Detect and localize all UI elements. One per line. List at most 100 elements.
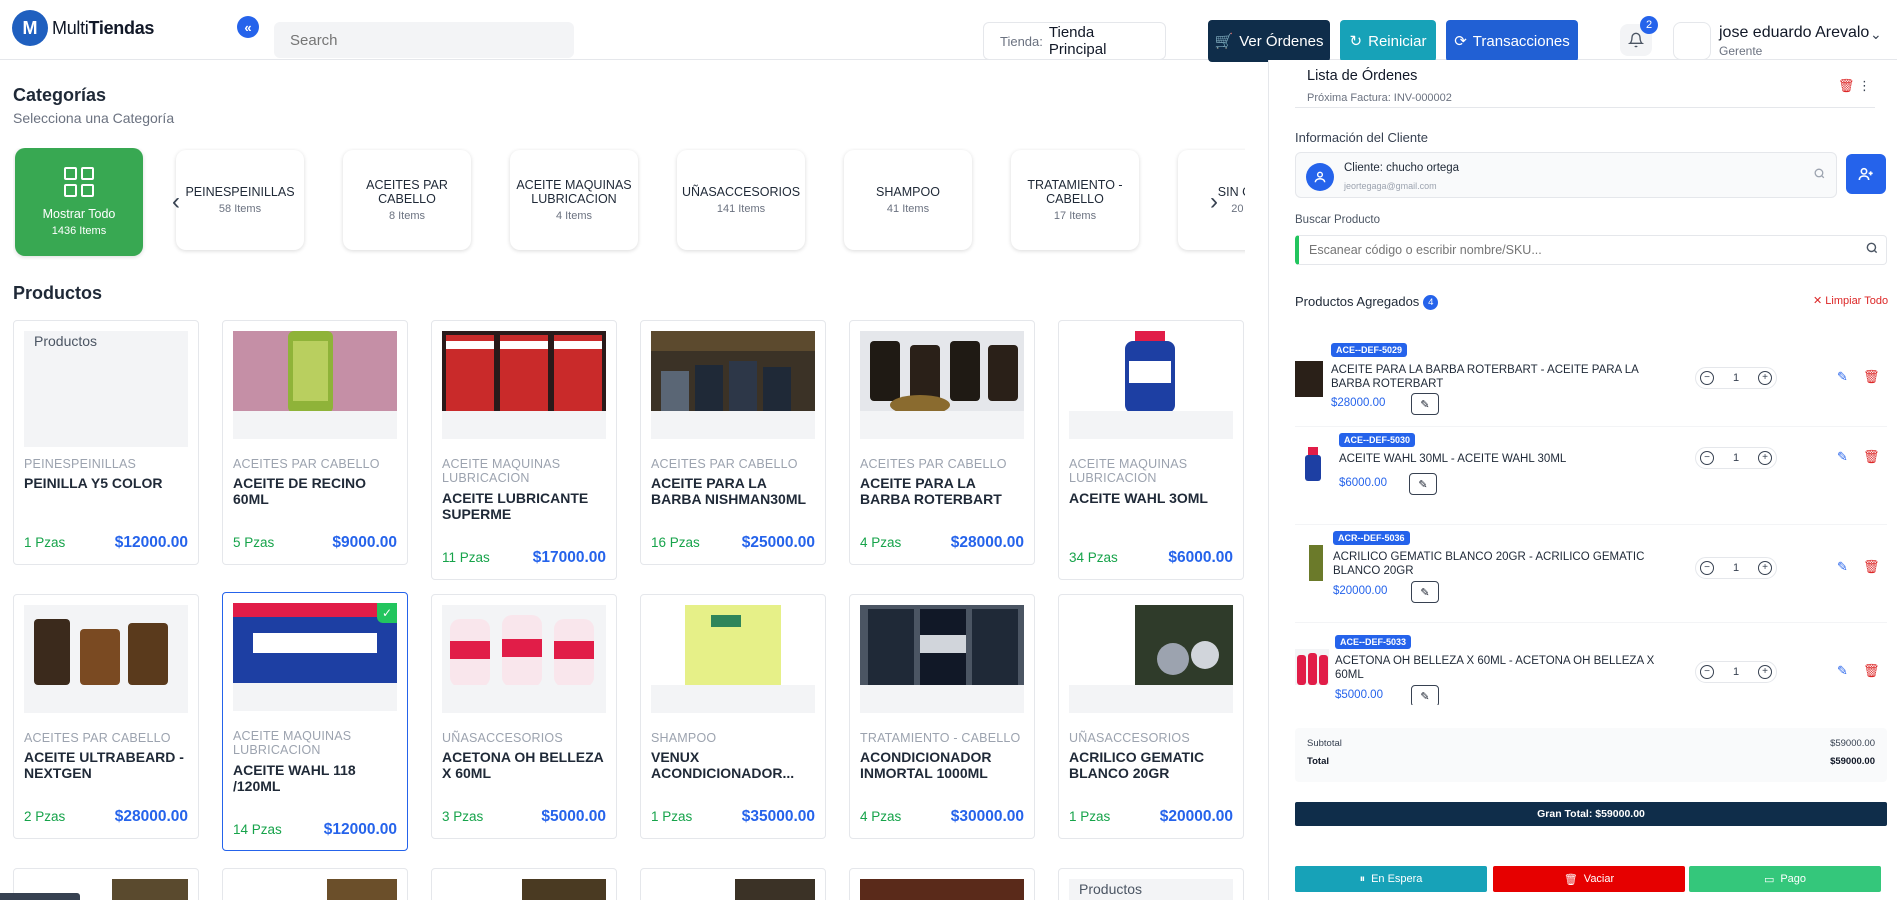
quantity-stepper[interactable]: − 1 +	[1695, 447, 1777, 469]
category-card[interactable]: ACEITES PAR CABELLO 8 Items	[343, 150, 471, 250]
quantity-stepper[interactable]: − 1 +	[1695, 367, 1777, 389]
product-stock: 5 Pzas	[233, 535, 275, 550]
category-card[interactable]: TRATAMIENTO - CABELLO 17 Items	[1011, 150, 1139, 250]
item-price: $6000.00	[1339, 477, 1387, 489]
edit-price-icon[interactable]: ✎	[1411, 685, 1439, 705]
plus-icon[interactable]: +	[1758, 451, 1772, 465]
clear-all-button[interactable]: ✕ Limpiar Todo	[1813, 294, 1888, 307]
edit-icon[interactable]: ✎	[1837, 559, 1848, 575]
product-image	[1069, 605, 1233, 687]
product-card[interactable]: ACEITES PAR CABELLO ACEITE DE RECINO 60M…	[222, 320, 408, 565]
product-card[interactable]: UÑASACCESORIOS ACETONA OH BELLEZA X 60ML…	[431, 594, 617, 839]
store-selector[interactable]: Tienda: Tienda Principal	[983, 22, 1166, 60]
minus-icon[interactable]: −	[1700, 451, 1714, 465]
edit-icon[interactable]: ✎	[1837, 663, 1848, 679]
horizontal-scrollbar[interactable]	[0, 893, 80, 900]
avatar[interactable]	[1673, 22, 1711, 60]
minus-icon[interactable]: −	[1700, 371, 1714, 385]
edit-price-icon[interactable]: ✎	[1411, 393, 1439, 415]
client-selector[interactable]: Cliente: chucho ortega jeortegaga@gmail.…	[1295, 152, 1837, 198]
collapse-sidebar-icon[interactable]: «	[237, 16, 259, 38]
search-icon[interactable]	[1865, 241, 1879, 258]
subtotal-value: $59000.00	[1830, 738, 1875, 749]
quantity-stepper[interactable]: − 1 +	[1695, 557, 1777, 579]
app-logo[interactable]: M MultiTiendas	[12, 10, 154, 46]
plus-icon[interactable]: +	[1758, 371, 1772, 385]
product-category: ACEITES PAR CABELLO	[233, 457, 380, 471]
plus-icon[interactable]: +	[1758, 665, 1772, 679]
user-name[interactable]: jose eduardo Arevalo	[1719, 24, 1869, 42]
chevron-left-icon[interactable]: ‹	[172, 188, 180, 216]
quantity-value: 1	[1732, 666, 1740, 678]
product-card[interactable]	[640, 868, 826, 900]
product-card-selected[interactable]: ✓ ACEITE MAQUINAS LUBRICACION ACEITE WAH…	[222, 592, 408, 851]
product-stock: 11 Pzas	[442, 550, 490, 565]
reset-label: Reiniciar	[1368, 32, 1427, 50]
item-sku: ACE--DEF-5033	[1335, 635, 1412, 649]
product-image	[24, 605, 188, 687]
trash-icon[interactable]: 🗑	[1863, 663, 1880, 679]
empty-cart-button[interactable]: 🗑 Vaciar	[1493, 866, 1685, 892]
minus-icon[interactable]: −	[1700, 561, 1714, 575]
edit-price-icon[interactable]: ✎	[1411, 581, 1439, 603]
trash-icon[interactable]: 🗑	[1863, 449, 1880, 465]
pay-label: Pago	[1780, 873, 1807, 885]
product-image-placeholder	[860, 411, 1024, 439]
item-name: ACEITE WAHL 30ML - ACEITE WAHL 30ML	[1339, 453, 1567, 465]
add-client-button[interactable]	[1846, 154, 1886, 194]
category-card[interactable]: SHAMPOO 41 Items	[844, 150, 972, 250]
product-card[interactable]: ACEITE MAQUINAS LUBRICACION ACEITE LUBRI…	[431, 320, 617, 580]
product-card[interactable]: ACEITE MAQUINAS LUBRICACION ACEITE WAHL …	[1058, 320, 1244, 580]
product-card[interactable]: ACEITES PAR CABELLO ACEITE PARA LA BARBA…	[849, 320, 1035, 565]
reset-button[interactable]: ↻ Reiniciar	[1340, 20, 1436, 62]
category-show-all[interactable]: Mostrar Todo 1436 Items	[15, 148, 143, 256]
pay-button[interactable]: ▭ Pago	[1689, 866, 1881, 892]
product-card[interactable]: Productos PEINESPEINILLAS PEINILLA Y5 CO…	[13, 320, 199, 565]
order-actions-icon[interactable]: 🗑 ⋮	[1838, 78, 1871, 94]
item-sku: ACE--DEF-5030	[1339, 433, 1416, 447]
edit-icon[interactable]: ✎	[1837, 369, 1848, 385]
product-card[interactable]: Productos	[1058, 868, 1244, 900]
category-count: 17 Items	[1053, 210, 1097, 223]
product-card[interactable]: SHAMPOO VENUX ACONDICIONADOR... 1 Pzas $…	[640, 594, 826, 839]
notifications-bell-icon[interactable]: 2	[1620, 16, 1658, 56]
search-input[interactable]	[274, 22, 574, 58]
chevron-down-icon[interactable]: ⌄	[1870, 26, 1882, 43]
search-icon[interactable]	[1813, 167, 1826, 183]
chevron-right-icon[interactable]: ›	[1210, 188, 1218, 216]
category-name: TRATAMIENTO - CABELLO	[1027, 177, 1123, 206]
transactions-button[interactable]: ⟳ Transacciones	[1446, 20, 1578, 62]
product-card[interactable]	[222, 868, 408, 900]
edit-icon[interactable]: ✎	[1837, 449, 1848, 465]
product-card[interactable]	[431, 868, 617, 900]
on-hold-button[interactable]: ⏸ En Espera	[1295, 866, 1487, 892]
view-orders-button[interactable]: 🛒 Ver Órdenes	[1208, 20, 1330, 62]
product-card[interactable]: TRATAMIENTO - CABELLO ACONDICIONADOR INM…	[849, 594, 1035, 839]
quantity-stepper[interactable]: − 1 +	[1695, 661, 1777, 683]
user-role: Gerente	[1719, 44, 1763, 58]
product-price: $35000.00	[741, 808, 815, 825]
product-card[interactable]: ACEITES PAR CABELLO ACEITE PARA LA BARBA…	[640, 320, 826, 565]
product-card[interactable]	[849, 868, 1035, 900]
on-hold-label: En Espera	[1371, 873, 1423, 885]
product-name: ACEITE PARA LA BARBA NISHMAN30ML	[651, 475, 807, 508]
category-card[interactable]: ACEITE MAQUINAS LUBRICACION 4 Items	[510, 150, 638, 250]
product-image	[442, 605, 606, 687]
product-search-input[interactable]	[1295, 235, 1887, 265]
edit-price-icon[interactable]: ✎	[1409, 473, 1437, 495]
logo-mark-icon: M	[12, 10, 48, 46]
trash-icon[interactable]: 🗑	[1863, 369, 1880, 385]
product-image	[860, 331, 1024, 413]
empty-cart-label: Vaciar	[1583, 873, 1615, 885]
product-image-placeholder	[442, 685, 606, 713]
plus-icon[interactable]: +	[1758, 561, 1772, 575]
store-value: Tienda Principal	[1048, 24, 1107, 58]
category-card[interactable]: UÑASACCESORIOS 141 Items	[677, 150, 805, 250]
minus-icon[interactable]: −	[1700, 665, 1714, 679]
order-header: Lista de Órdenes Próxima Factura: INV-00…	[1295, 60, 1875, 108]
product-image-placeholder	[651, 411, 815, 439]
product-card[interactable]: UÑASACCESORIOS ACRILICO GEMATIC BLANCO 2…	[1058, 594, 1244, 839]
trash-icon[interactable]: 🗑	[1863, 559, 1880, 575]
product-card[interactable]: ACEITES PAR CABELLO ACEITE ULTRABEARD - …	[13, 594, 199, 839]
category-card[interactable]: PEINESPEINILLAS 58 Items	[176, 150, 304, 250]
